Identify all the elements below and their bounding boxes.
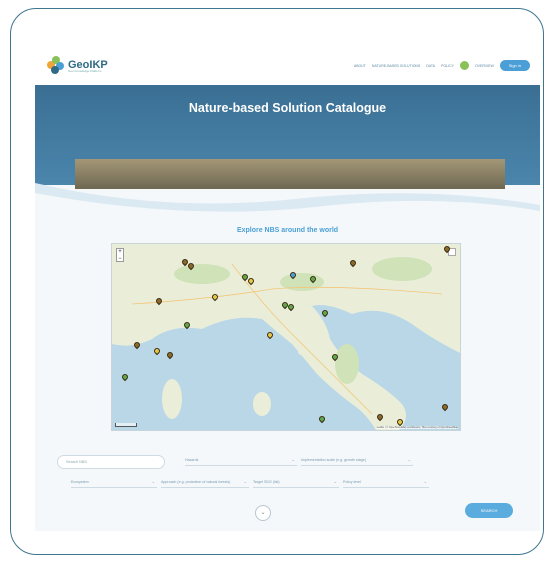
chevron-down-icon: ⌄	[333, 479, 337, 484]
ecosystem-select-label: Ecosystem	[71, 480, 89, 484]
ecosystem-select[interactable]: Ecosystem ⌄	[71, 477, 157, 488]
more-filters-button[interactable]: ⌄	[255, 505, 271, 521]
sdg-select[interactable]: Target SDG (list) ⌄	[253, 477, 339, 488]
map-base	[112, 244, 460, 430]
hero-banner: Nature-based Solution Catalogue	[35, 85, 540, 225]
chevron-down-icon: ⌄	[151, 479, 155, 484]
nav-links: ABOUT NATURE-BASED SOLUTIONS DATA POLICY…	[354, 60, 530, 71]
approach-select-label: Approach (e.g. protection of natural for…	[161, 480, 231, 484]
zoom-out-button[interactable]: −	[117, 256, 123, 263]
hazards-select[interactable]: Hazards ⌄	[185, 455, 297, 466]
search-button[interactable]: SEARCH	[465, 503, 513, 518]
nav-profile-label[interactable]: OVERVIEW	[475, 64, 494, 68]
navbar: GeoIKP Geo Knowledge Platform ABOUT NATU…	[35, 47, 540, 85]
page-title: Nature-based Solution Catalogue	[188, 101, 387, 115]
chevron-down-icon: ⌄	[291, 457, 295, 462]
chevron-down-icon: ⌄	[243, 479, 247, 484]
web-page: GeoIKP Geo Knowledge Platform ABOUT NATU…	[35, 47, 540, 531]
approach-select[interactable]: Approach (e.g. protection of natural for…	[161, 477, 249, 488]
hazards-select-label: Hazards	[185, 458, 199, 462]
chevron-down-icon: ⌄	[407, 457, 411, 462]
logo-subtitle: Geo Knowledge Platform	[68, 69, 102, 73]
map-section-title: Explore NBS around the world	[236, 227, 339, 234]
nbs-map[interactable]: + − Leaflet | © OpenStreetMap contributo…	[111, 243, 461, 431]
scale-select[interactable]: Implementation scale (e.g. growth stage)…	[301, 455, 413, 466]
policy-select[interactable]: Policy level ⌄	[343, 477, 429, 488]
nav-link-about[interactable]: ABOUT	[354, 64, 366, 68]
signin-button[interactable]: Sign in	[499, 60, 530, 71]
search-input[interactable]: Search NBS	[57, 455, 165, 469]
zoom-control[interactable]: + −	[116, 248, 124, 262]
device-frame: GeoIKP Geo Knowledge Platform ABOUT NATU…	[10, 8, 544, 555]
map-attribution: Leaflet | © OpenStreetMap contributors, …	[376, 426, 458, 429]
nav-link-nbs[interactable]: NATURE-BASED SOLUTIONS	[372, 64, 420, 68]
map-scale-bar	[115, 423, 137, 427]
hero-wave-decoration	[35, 183, 540, 225]
sdg-select-label: Target SDG (list)	[253, 480, 280, 484]
logo-icon	[47, 56, 65, 74]
nav-link-policy[interactable]: POLICY	[441, 64, 454, 68]
profile-icon[interactable]	[459, 61, 469, 70]
chevron-down-icon: ⌄	[423, 479, 427, 484]
scale-select-label: Implementation scale (e.g. growth stage)	[301, 458, 366, 462]
policy-select-label: Policy level	[343, 480, 361, 484]
nav-link-data[interactable]: DATA	[426, 64, 435, 68]
